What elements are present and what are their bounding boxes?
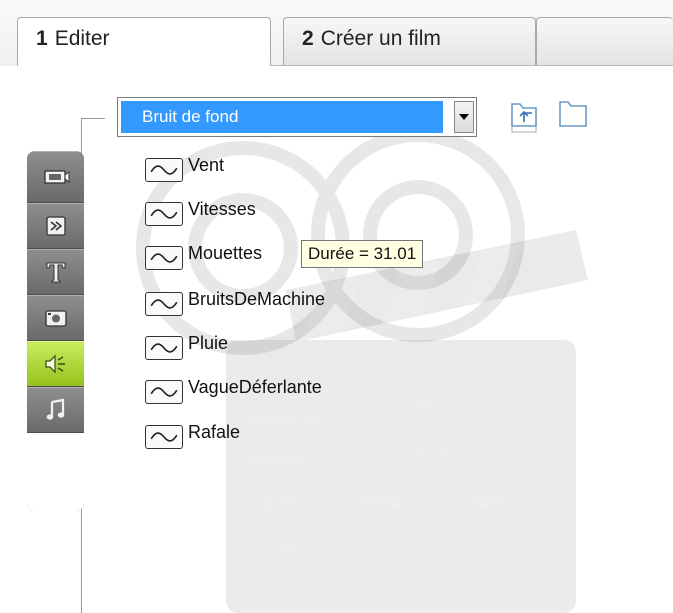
tab-empty	[536, 17, 673, 65]
photo-icon	[44, 310, 67, 327]
tab-label: Créer un film	[320, 27, 441, 50]
waveform-icon	[145, 246, 183, 270]
watermark-date: Today	[266, 534, 309, 554]
dropdown-selected-value: Bruit de fond	[121, 101, 443, 133]
toolbar-music-button[interactable]	[27, 387, 84, 433]
tab-label: Editer	[54, 27, 110, 50]
chevron-down-icon	[459, 114, 469, 120]
watermark-director-label: DIRECTOR	[246, 410, 319, 426]
parent-folder-icon[interactable]	[510, 96, 542, 136]
title-icon	[46, 262, 65, 283]
video-icon	[43, 170, 69, 184]
audio-label: Mouettes	[188, 243, 263, 263]
toolbar-transition-button[interactable]	[27, 203, 84, 249]
audio-label: Vent	[188, 155, 225, 175]
tab-number: 2	[302, 27, 314, 50]
category-dropdown[interactable]: Bruit de fond	[117, 97, 477, 137]
tab-bar-divider	[270, 65, 673, 66]
watermark-director: You	[416, 396, 442, 416]
waveform-icon	[145, 292, 183, 316]
toolbar-empty-area	[27, 433, 84, 511]
audio-label: Vitesses	[188, 199, 256, 219]
media-category-toolbar	[27, 151, 84, 511]
watermark-camera: #074	[411, 439, 447, 459]
dropdown-arrow-button[interactable]	[454, 101, 474, 133]
folder-icon[interactable]	[558, 96, 590, 136]
watermark-take: 01	[484, 534, 502, 554]
watermark-take-label: TAKE	[471, 495, 508, 511]
music-icon	[46, 398, 64, 420]
audio-label: BruitsDeMachine	[188, 289, 326, 309]
tree-connector-horizontal	[81, 118, 105, 119]
duration-tooltip: Durée = 31.01	[301, 240, 424, 268]
waveform-icon	[145, 158, 183, 182]
toolbar-audio-button[interactable]	[27, 341, 84, 387]
transition-icon	[45, 216, 66, 236]
audio-label: Pluie	[188, 333, 229, 353]
toolbar-video-button[interactable]	[27, 151, 84, 203]
toolbar-title-button[interactable]	[27, 249, 84, 295]
clapperboard-watermark: My Movie DIRECTOR You CAMERA #074 DATE S…	[96, 110, 673, 613]
watermark-date-label: DATE	[264, 495, 301, 511]
watermark-scene: 03	[374, 534, 392, 554]
watermark-camera-label: CAMERA	[246, 452, 307, 468]
audio-label: VagueDéferlante	[188, 377, 322, 397]
audio-icon	[44, 354, 65, 374]
tab-edit[interactable]: 1 Editer	[17, 17, 271, 66]
waveform-icon	[145, 336, 183, 360]
watermark-scene-label: SCENE	[358, 495, 406, 511]
waveform-icon	[145, 202, 183, 226]
tab-number: 1	[36, 27, 48, 50]
tab-create-movie[interactable]: 2 Créer un film	[283, 17, 536, 65]
audio-label: Rafale	[188, 422, 241, 442]
toolbar-photo-button[interactable]	[27, 295, 84, 341]
watermark-production: My Movie	[405, 370, 487, 392]
waveform-icon	[145, 425, 183, 449]
waveform-icon	[145, 380, 183, 404]
